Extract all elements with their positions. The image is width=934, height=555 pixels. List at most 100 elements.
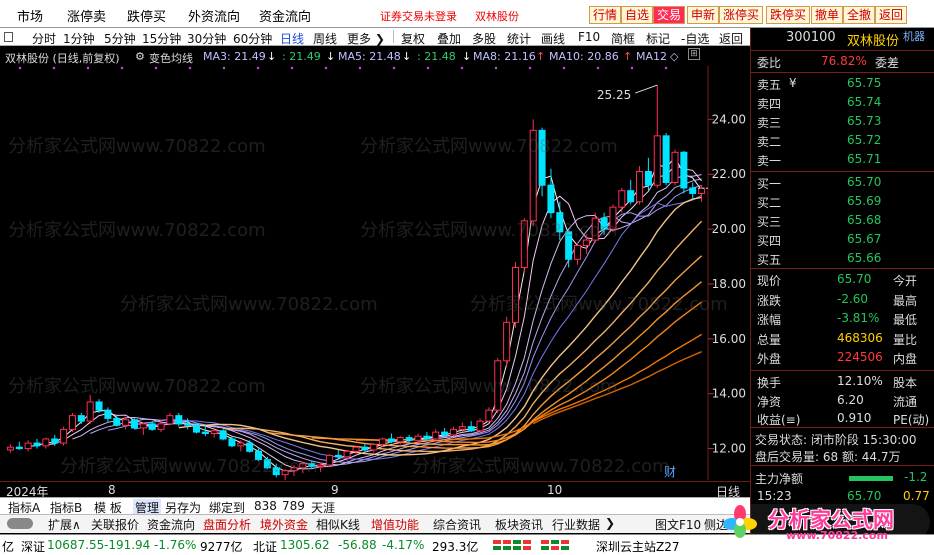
tab-f10-graph[interactable]: 图文F10: [655, 516, 701, 533]
tab-789[interactable]: 789: [282, 499, 305, 513]
candle-body: [361, 446, 369, 451]
signal-dot: [120, 66, 124, 70]
candle-body: [520, 220, 528, 269]
candle-body: [485, 409, 493, 422]
period-daily[interactable]: 日线: [280, 30, 304, 47]
btn-cancel-all[interactable]: 全撤: [843, 6, 876, 24]
stat-label2: 流通: [893, 394, 918, 409]
expand-icon[interactable]: ⊞: [688, 48, 700, 60]
action-remove-watch[interactable]: -自选: [681, 30, 709, 47]
candle-body: [449, 428, 457, 436]
candle: [467, 421, 475, 433]
action-f10[interactable]: F10: [578, 30, 600, 44]
candle-body: [228, 438, 236, 447]
y-tick-label: 24.00: [712, 112, 746, 126]
candle-body: [184, 423, 192, 426]
btn-trade[interactable]: 交易: [653, 6, 686, 24]
btn-back[interactable]: 返回: [875, 6, 908, 24]
tab-market-analysis[interactable]: 盘面分析: [203, 516, 251, 533]
index-bz-label[interactable]: 北证: [253, 538, 277, 555]
ask-label: 卖一: [757, 154, 782, 168]
action-stats[interactable]: 统计: [507, 30, 531, 47]
gear-icon[interactable]: ⚙: [135, 50, 145, 63]
tabs-scroll-right-icon[interactable]: ❯: [605, 516, 615, 530]
stat-value: 12.10%: [837, 374, 883, 388]
candle: [600, 212, 608, 235]
period-30min[interactable]: 30分钟: [187, 30, 226, 47]
ma3-arrow: ↓: [267, 50, 277, 63]
candle: [485, 407, 493, 423]
index-sz-label[interactable]: 深证: [21, 538, 45, 555]
tab-foreign-capital[interactable]: 境外资金: [260, 516, 308, 533]
candle: [689, 182, 697, 199]
indicator-name[interactable]: 变色均线: [149, 50, 193, 66]
top-stock-name: 双林股份: [475, 10, 519, 23]
tab-similar-kline[interactable]: 相似K线: [316, 516, 360, 533]
ma10-label: MA10: 20.86: [549, 50, 619, 63]
candle: [609, 204, 617, 232]
btn-watchlist[interactable]: 自选: [621, 6, 654, 24]
candle: [582, 234, 590, 254]
panel-toggle-icon[interactable]: [4, 32, 13, 42]
tab-premium[interactable]: 增值功能: [371, 516, 419, 533]
candle-body: [476, 420, 484, 432]
candle: [574, 242, 582, 265]
btn-limit-up-buy[interactable]: 涨停买: [719, 6, 764, 24]
y-tick-label: 22.00: [712, 167, 746, 181]
menu-market[interactable]: 市场: [17, 6, 43, 25]
period-tick[interactable]: 分时: [32, 30, 56, 47]
btn-quote[interactable]: 行情: [589, 6, 622, 24]
tab-capital-flow[interactable]: 资金流向: [147, 516, 195, 533]
btn-ipo[interactable]: 申新: [687, 6, 720, 24]
toggle-switch[interactable]: [7, 518, 33, 529]
candle-body: [308, 463, 316, 467]
quote-row: 外盘 224506 内盘: [751, 348, 934, 367]
candle: [6, 444, 14, 453]
quote-side-panel: 300100 双林股份 机器 委比 76.82% 委差 卖五 65.75 ¥ 卖四 65…: [750, 28, 934, 534]
main-flow-label[interactable]: 主力净额: [755, 470, 803, 487]
candle: [636, 166, 644, 205]
menu-limit-down-buy[interactable]: 跌停买: [127, 6, 166, 25]
signal-dot: [664, 66, 668, 70]
candle: [644, 157, 652, 191]
candle-body: [33, 442, 41, 447]
period-60min[interactable]: 60分钟: [233, 30, 272, 47]
period-15min[interactable]: 15分钟: [142, 30, 181, 47]
ask-row: 卖二 65.72: [751, 131, 934, 150]
period-5min[interactable]: 5分钟: [104, 30, 136, 47]
tab-related-quote[interactable]: 关联报价: [91, 516, 139, 533]
menu-limit-up-sell[interactable]: 涨停卖: [67, 6, 106, 25]
tab-expand[interactable]: 扩展∧: [48, 516, 81, 533]
candle-body: [201, 431, 209, 434]
quote-label2: 最低: [893, 313, 918, 327]
candle: [33, 438, 41, 449]
ma8-arrow: ↑: [536, 50, 546, 63]
action-overlay[interactable]: 叠加: [437, 30, 461, 47]
action-back[interactable]: 返回: [719, 30, 743, 47]
tab-industry-data[interactable]: 行业数据: [552, 516, 600, 533]
action-adjust[interactable]: 复权: [401, 30, 425, 47]
stat-label2: PE(动): [893, 413, 930, 427]
ma5-arrow: ↓: [402, 50, 412, 63]
menu-foreign-flow[interactable]: 外资流向: [188, 6, 240, 25]
period-1min[interactable]: 1分钟: [63, 30, 95, 47]
candle-body: [591, 217, 599, 241]
kline-chart[interactable]: 24.00 22.00 20.00 18.00 16.00 14.00 12.00 25.2…: [0, 66, 750, 480]
action-draw[interactable]: 画线: [541, 30, 565, 47]
menu-capital-flow[interactable]: 资金流向: [259, 6, 311, 25]
btn-limit-down-buy[interactable]: 跌停买: [766, 6, 811, 24]
period-weekly[interactable]: 周线: [313, 30, 337, 47]
action-multi-stock[interactable]: 多股: [472, 30, 496, 47]
tab-838[interactable]: 838: [254, 499, 277, 513]
action-mark[interactable]: 标记: [646, 30, 670, 47]
btn-cancel-order[interactable]: 撤单: [811, 6, 844, 24]
market-breadth-icon: [493, 539, 583, 552]
action-simple-frame[interactable]: 简框: [611, 30, 635, 47]
candle: [42, 437, 50, 449]
concept-tag[interactable]: 机器: [903, 28, 925, 44]
tab-sector-news[interactable]: 板块资讯: [495, 516, 543, 533]
server-status[interactable]: 深圳云主站Z27: [596, 538, 680, 555]
tab-news[interactable]: 综合资讯: [433, 516, 481, 533]
candle-body: [644, 171, 652, 186]
period-more[interactable]: 更多 ❯: [347, 30, 385, 47]
